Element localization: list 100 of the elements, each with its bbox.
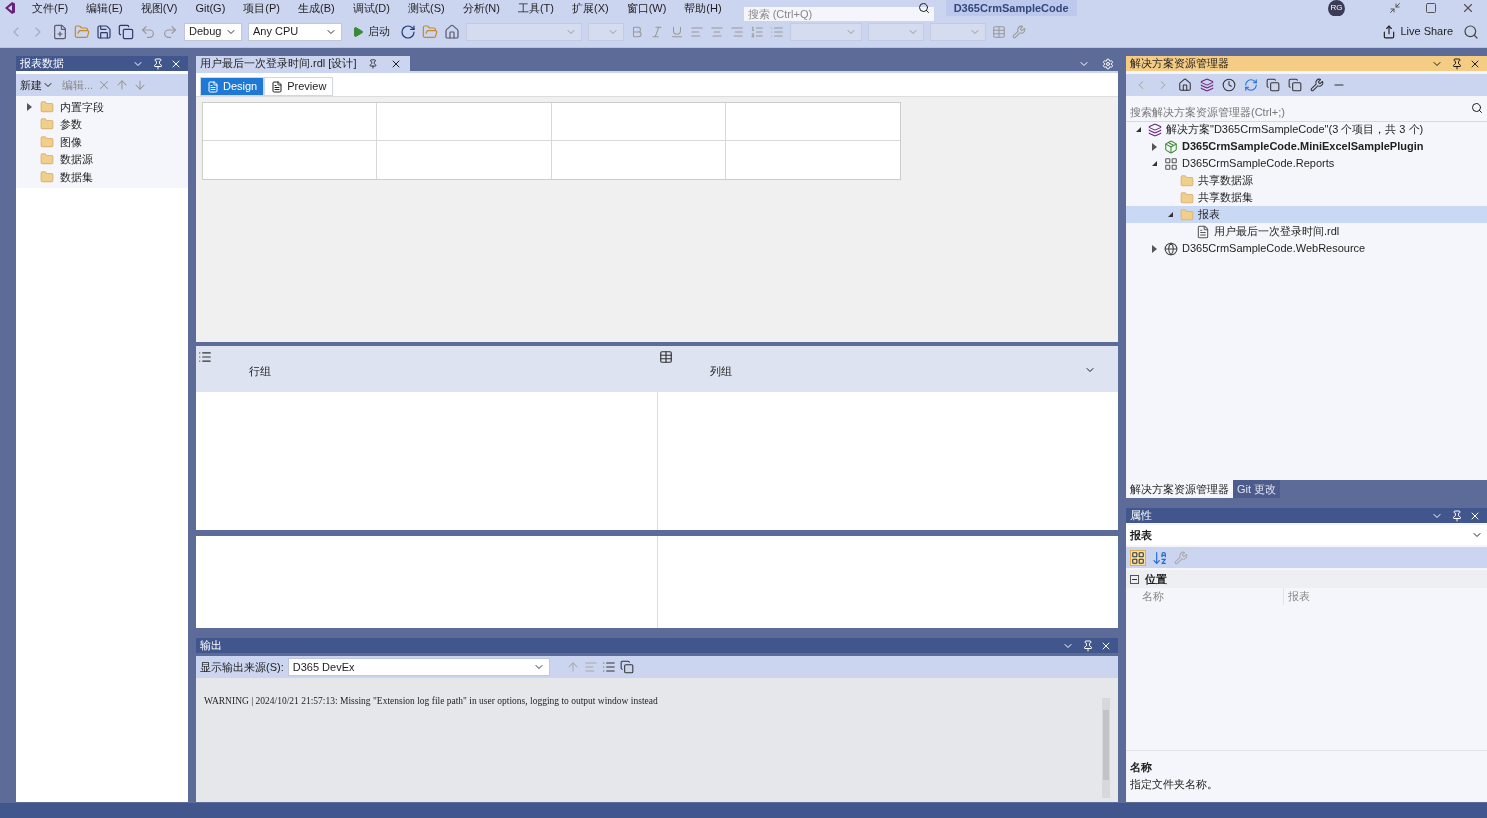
configuration-dropdown[interactable]: Debug [184, 22, 242, 41]
tree-item[interactable]: 数据源 [16, 150, 188, 168]
menu-item[interactable]: 窗口(W) [626, 0, 667, 17]
start-button[interactable]: 启动 [348, 23, 394, 40]
tree-item[interactable]: D365CrmSampleCode.Reports [1126, 155, 1487, 172]
browse-icon[interactable] [422, 23, 438, 40]
new-button[interactable]: 新建 [20, 76, 54, 94]
property-value[interactable]: 报表 [1283, 588, 1487, 605]
view-tab[interactable]: Preview [264, 77, 334, 96]
borders-icon[interactable] [992, 24, 1006, 39]
search-field[interactable]: 搜索 (Ctrl+Q) [743, 7, 934, 21]
collapsed-arrow-icon[interactable] [1151, 244, 1157, 253]
refresh-icon[interactable] [400, 23, 416, 40]
view-tab[interactable]: Design [200, 77, 265, 96]
menu-item[interactable]: 编辑(E) [86, 0, 123, 17]
avatar[interactable]: RG [1328, 0, 1345, 17]
refresh-icon[interactable] [1244, 78, 1258, 92]
column-groups-label: 列组 [710, 364, 732, 379]
save-all-icon[interactable] [118, 23, 134, 40]
expanded-arrow-icon[interactable] [1135, 127, 1141, 132]
tree-item[interactable]: 报表 [1126, 206, 1487, 223]
tree-item[interactable]: 数据集 [16, 168, 188, 186]
undo-icon[interactable] [140, 23, 156, 40]
properties-icon[interactable] [1310, 78, 1324, 92]
project-icon [1164, 139, 1178, 154]
pin-icon[interactable] [1451, 509, 1463, 522]
tree-item-label: D365CrmSampleCode.MiniExcelSamplePlugin [1182, 139, 1424, 155]
category-row[interactable]: 位置 [1126, 570, 1487, 588]
output-source-dropdown[interactable]: D365 DevEx [287, 658, 550, 676]
open-folder-icon[interactable] [74, 23, 90, 40]
document-tab-title: 用户最后一次登录时间.rdl [设计] [200, 56, 357, 72]
close-icon[interactable] [1461, 1, 1475, 15]
folder-icon [40, 152, 54, 167]
redo-icon[interactable] [162, 23, 178, 40]
italic-icon[interactable] [650, 24, 664, 39]
menu-item[interactable]: 生成(B) [298, 0, 335, 17]
collapsed-arrow-icon[interactable] [26, 102, 32, 111]
tree-item[interactable]: 图像 [16, 133, 188, 151]
minimize-icon[interactable] [1389, 2, 1401, 14]
search-field[interactable]: 搜索解决方案资源管理器(Ctrl+;) [1126, 103, 1487, 122]
pin-icon[interactable] [152, 57, 164, 70]
move-up-icon[interactable] [115, 78, 130, 92]
menu-item[interactable]: 工具(T) [517, 0, 554, 17]
tree-item[interactable]: 共享数据集 [1126, 189, 1487, 206]
tree-item[interactable]: 内置字段 [16, 98, 188, 116]
categorized-icon[interactable] [1130, 549, 1146, 566]
live-share-button[interactable]: Live Share [1378, 23, 1457, 40]
tree-item[interactable]: 共享数据源 [1126, 172, 1487, 189]
menu-item[interactable]: 扩展(X) [571, 0, 609, 17]
output-line: WARNING | 2024/10/21 21:57:13: Missing "Extension log file path" in user options, logging to output window instead [204, 695, 659, 708]
tree-item-label: 解决方案"D365CrmSampleCode"(3 个项目，共 3 个) [1166, 122, 1424, 138]
scrollbar[interactable] [1102, 698, 1110, 798]
wrench-icon[interactable] [1012, 24, 1026, 39]
tree-item[interactable]: 用户最后一次登录时间.rdl [1126, 223, 1487, 240]
document-icon [271, 80, 284, 93]
toggle-icon[interactable] [619, 660, 634, 674]
bold-icon[interactable] [630, 24, 644, 39]
settings-icon[interactable] [1102, 57, 1114, 70]
menu-item[interactable]: 调试(D) [352, 0, 390, 17]
panel-tab[interactable]: 解决方案资源管理器 [1126, 480, 1233, 498]
pin-icon[interactable] [1082, 639, 1094, 652]
tree-item[interactable]: 参数 [16, 115, 188, 133]
tree-item[interactable]: D365CrmSampleCode.WebResource [1126, 240, 1487, 257]
pin-icon[interactable] [1451, 57, 1463, 70]
history-icon[interactable] [1222, 78, 1236, 92]
underline-icon[interactable] [670, 24, 684, 39]
document-tab[interactable]: 用户最后一次登录时间.rdl [设计] [196, 56, 411, 71]
new-file-icon[interactable] [52, 23, 68, 40]
report-table[interactable] [202, 102, 901, 180]
menu-item[interactable]: 测试(S) [407, 0, 445, 17]
panel-tab[interactable]: Git 更改 [1233, 480, 1281, 498]
menu-item[interactable]: 文件(F) [32, 0, 69, 17]
platform-dropdown[interactable]: Any CPU [248, 22, 342, 41]
panel-title: 解决方案资源管理器 [1130, 58, 1230, 69]
collapse-all-icon[interactable] [1266, 78, 1280, 92]
tree-item[interactable]: 解决方案"D365CrmSampleCode"(3 个项目，共 3 个) [1126, 121, 1487, 138]
home-icon[interactable] [1178, 78, 1192, 92]
expanded-arrow-icon[interactable] [1151, 161, 1157, 166]
feedback-icon[interactable] [1463, 23, 1479, 40]
menu-item[interactable]: Git(G) [195, 0, 226, 17]
sort-alphabetical-icon[interactable] [1152, 549, 1168, 566]
switch-views-icon[interactable] [1200, 78, 1214, 92]
search-icon[interactable] [917, 2, 930, 14]
show-all-files-icon[interactable] [1288, 78, 1302, 92]
menu-item[interactable]: 分析(N) [462, 0, 500, 17]
collapsed-arrow-icon[interactable] [1151, 142, 1157, 151]
collapse-icon[interactable] [1130, 574, 1139, 584]
object-dropdown[interactable]: 报表 [1126, 525, 1487, 545]
pin-icon[interactable] [368, 58, 379, 69]
word-wrap-icon[interactable] [601, 660, 616, 674]
menu-item[interactable]: 帮助(H) [684, 0, 722, 17]
menu-item[interactable]: 视图(V) [140, 0, 178, 17]
tree-item[interactable]: D365CrmSampleCode.MiniExcelSamplePlugin [1126, 138, 1487, 155]
menu-item[interactable]: 项目(P) [243, 0, 280, 17]
home-icon[interactable] [444, 23, 460, 40]
save-icon[interactable] [96, 23, 112, 40]
maximize-icon[interactable] [1425, 2, 1437, 14]
numbered-list-icon[interactable] [750, 24, 764, 39]
expanded-arrow-icon[interactable] [1167, 212, 1173, 217]
search-icon[interactable] [1471, 102, 1483, 114]
